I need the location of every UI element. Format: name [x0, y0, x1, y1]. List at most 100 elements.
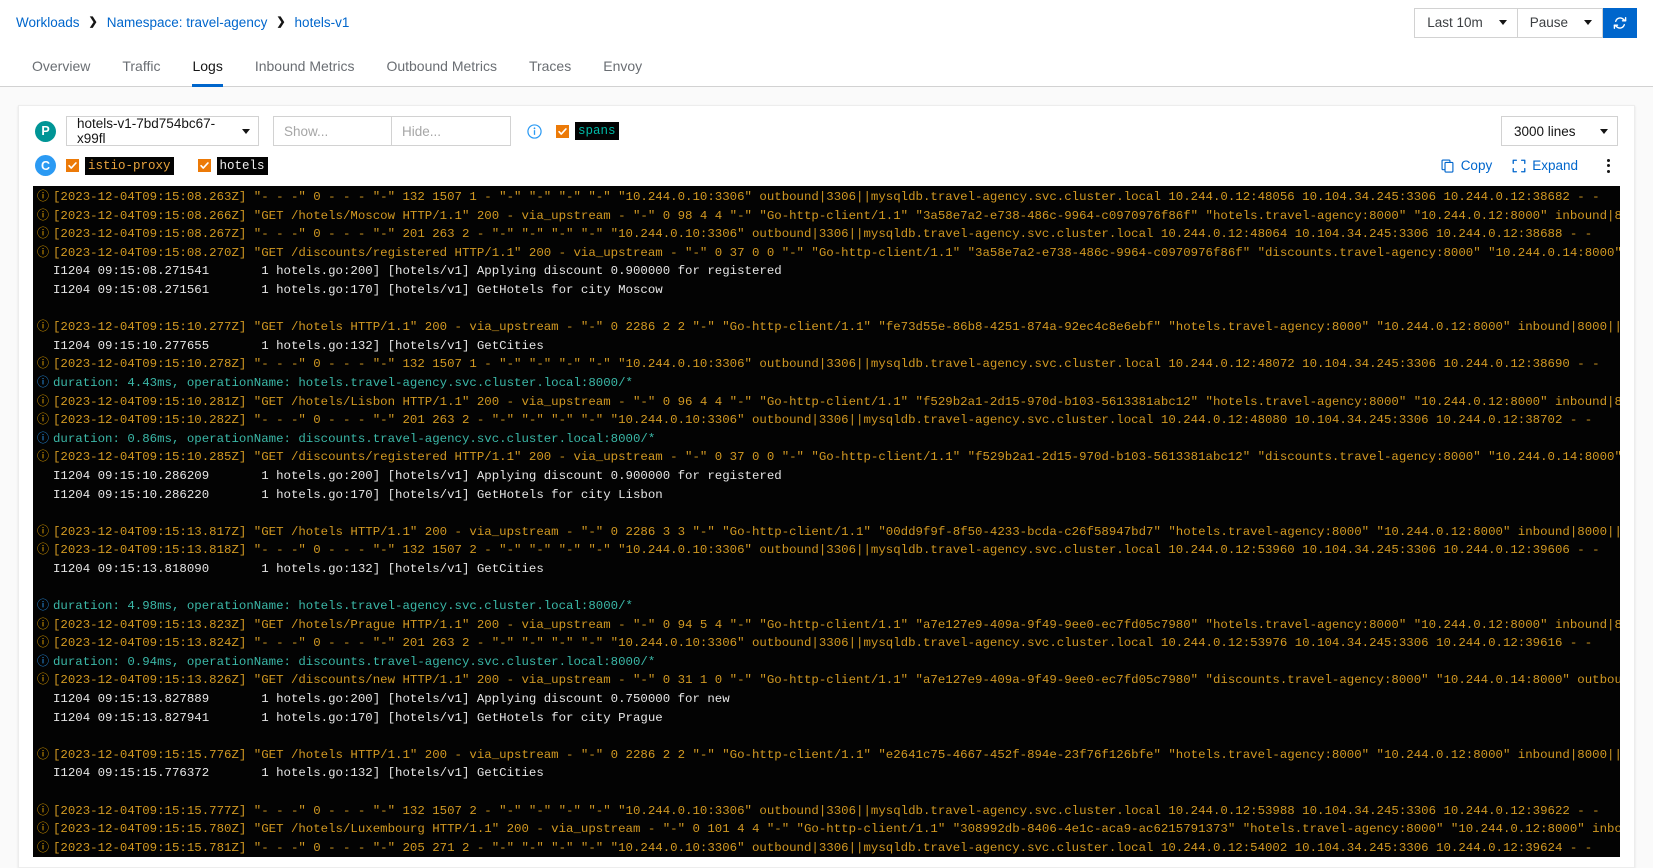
logs-toolbar: P hotels-v1-7bd754bc67-x99fl: [19, 106, 1634, 180]
refresh-interval-select[interactable]: Pause: [1518, 8, 1603, 38]
log-line-text: [2023-12-04T09:15:10.278Z] "- - -" 0 - -…: [53, 357, 1600, 371]
lines-select[interactable]: 3000 lines: [1501, 116, 1618, 146]
log-line-text: [2023-12-04T09:15:08.266Z] "GET /hotels/…: [53, 209, 1620, 223]
info-circle-icon: ⓘ: [33, 188, 53, 207]
log-line: I1204 09:15:13.827941 1 hotels.go:170] […: [33, 709, 1620, 728]
log-line-text: [2023-12-04T09:15:13.824Z] "- - -" 0 - -…: [53, 636, 1592, 650]
info-circle-icon: ⓘ: [33, 653, 53, 672]
log-console[interactable]: ⓘ[2023-12-04T09:15:08.263Z] "- - -" 0 - …: [33, 186, 1620, 857]
info-circle-icon: ⓘ: [33, 523, 53, 542]
log-line-text: [2023-12-04T09:15:08.263Z] "- - -" 0 - -…: [53, 190, 1600, 204]
show-filter-input[interactable]: [273, 116, 392, 146]
refresh-interval-value: Pause: [1530, 15, 1568, 30]
breadcrumb-item-workload[interactable]: hotels-v1: [295, 15, 350, 30]
refresh-icon: [1612, 15, 1628, 31]
log-line: I1204 09:15:08.271561 1 hotels.go:170] […: [33, 281, 1620, 300]
log-line: ⓘ[2023-12-04T09:15:08.263Z] "- - -" 0 - …: [33, 188, 1620, 207]
breadcrumb-item-namespace[interactable]: Namespace: travel-agency: [107, 15, 268, 30]
log-line-text: duration: 0.94ms, operationName: discoun…: [53, 655, 655, 669]
refresh-button[interactable]: [1603, 8, 1637, 38]
info-circle-icon: ⓘ: [33, 597, 53, 616]
log-line: ⓘ[2023-12-04T09:15:10.277Z] "GET /hotels…: [33, 318, 1620, 337]
breadcrumb-separator: ❯: [276, 17, 285, 28]
log-line-text: [2023-12-04T09:15:15.777Z] "- - -" 0 - -…: [53, 804, 1600, 818]
page-body: P hotels-v1-7bd754bc67-x99fl: [0, 87, 1653, 868]
tab-outbound-metrics[interactable]: Outbound Metrics: [370, 45, 513, 86]
log-line-text: I1204 09:15:15.776372 1 hotels.go:132] […: [53, 766, 544, 780]
pod-select[interactable]: hotels-v1-7bd754bc67-x99fl: [66, 116, 259, 146]
expand-label: Expand: [1532, 158, 1578, 173]
breadcrumb-separator: ❯: [89, 17, 98, 28]
log-line: I1204 09:15:10.277655 1 hotels.go:132] […: [33, 337, 1620, 356]
top-bar-controls: Last 10m Pause: [1414, 8, 1637, 38]
info-circle-icon: ⓘ: [33, 839, 53, 857]
log-line-text: [2023-12-04T09:15:10.281Z] "GET /hotels/…: [53, 395, 1620, 409]
log-line-text: I1204 09:15:10.277655 1 hotels.go:132] […: [53, 339, 544, 353]
istio-proxy-checkbox[interactable]: [66, 159, 79, 172]
breadcrumb-item-workloads[interactable]: Workloads: [16, 15, 80, 30]
container-badge: C: [35, 155, 56, 176]
log-console-container[interactable]: ⓘ[2023-12-04T09:15:08.263Z] "- - -" 0 - …: [33, 186, 1620, 857]
breadcrumb: Workloads ❯ Namespace: travel-agency ❯ h…: [16, 15, 349, 30]
log-line-text: duration: 4.43ms, operationName: hotels.…: [53, 376, 633, 390]
info-circle-icon: ⓘ: [33, 411, 53, 430]
hide-filter-input[interactable]: [392, 116, 511, 146]
log-line: ⓘ[2023-12-04T09:15:10.282Z] "- - -" 0 - …: [33, 411, 1620, 430]
tab-label: Inbound Metrics: [255, 58, 355, 74]
log-line-text: duration: 0.86ms, operationName: discoun…: [53, 432, 655, 446]
info-circle-icon: ⓘ: [33, 430, 53, 449]
log-line: ⓘduration: 0.86ms, operationName: discou…: [33, 430, 1620, 449]
info-circle-icon: ⓘ: [33, 616, 53, 635]
info-circle-icon[interactable]: [527, 124, 542, 139]
log-line: [33, 504, 1620, 523]
time-range-select[interactable]: Last 10m: [1414, 8, 1518, 38]
log-line: ⓘ[2023-12-04T09:15:13.817Z] "GET /hotels…: [33, 523, 1620, 542]
lines-select-value: 3000 lines: [1514, 124, 1576, 139]
tab-label: Overview: [32, 58, 90, 74]
log-line-text: I1204 09:15:10.286209 1 hotels.go:200] […: [53, 469, 782, 483]
spans-label: spans: [575, 122, 619, 140]
tab-traffic[interactable]: Traffic: [106, 45, 176, 86]
tab-label: Traces: [529, 58, 571, 74]
log-line: ⓘ[2023-12-04T09:15:13.826Z] "GET /discou…: [33, 671, 1620, 690]
log-line-text: I1204 09:15:10.286220 1 hotels.go:170] […: [53, 488, 663, 502]
info-circle-icon: ⓘ: [33, 244, 53, 263]
logs-toolbar-right-row1: 3000 lines: [1501, 116, 1618, 146]
container-filter-istio-proxy: istio-proxy: [66, 157, 174, 175]
tab-logs[interactable]: Logs: [176, 45, 238, 86]
tab-bar: Overview Traffic Logs Inbound Metrics Ou…: [0, 45, 1653, 87]
hotels-checkbox[interactable]: [198, 159, 211, 172]
log-line-text: duration: 4.98ms, operationName: hotels.…: [53, 599, 633, 613]
copy-button[interactable]: Copy: [1441, 158, 1493, 173]
info-circle-icon: ⓘ: [33, 448, 53, 467]
kebab-menu-icon[interactable]: [1598, 159, 1618, 173]
log-line-text: I1204 09:15:08.271541 1 hotels.go:200] […: [53, 264, 782, 278]
log-line: I1204 09:15:10.286220 1 hotels.go:170] […: [33, 486, 1620, 505]
log-line-text: [2023-12-04T09:15:13.817Z] "GET /hotels …: [53, 525, 1620, 539]
log-line-text: [2023-12-04T09:15:13.818Z] "- - -" 0 - -…: [53, 543, 1600, 557]
tab-inbound-metrics[interactable]: Inbound Metrics: [239, 45, 371, 86]
log-line-text: [2023-12-04T09:15:10.285Z] "GET /discoun…: [53, 450, 1620, 464]
log-line: ⓘ[2023-12-04T09:15:15.776Z] "GET /hotels…: [33, 746, 1620, 765]
tab-envoy[interactable]: Envoy: [587, 45, 658, 86]
tab-label: Traffic: [122, 58, 160, 74]
info-circle-icon: ⓘ: [33, 746, 53, 765]
expand-button[interactable]: Expand: [1512, 158, 1578, 173]
log-line: ⓘ[2023-12-04T09:15:13.824Z] "- - -" 0 - …: [33, 634, 1620, 653]
logs-toolbar-right-row2: Copy Expand: [1421, 158, 1618, 173]
log-line: ⓘduration: 4.98ms, operationName: hotels…: [33, 597, 1620, 616]
logs-toolbar-row-pod: P hotels-v1-7bd754bc67-x99fl: [35, 116, 1618, 146]
tab-overview[interactable]: Overview: [16, 45, 106, 86]
log-line: I1204 09:15:08.271541 1 hotels.go:200] […: [33, 262, 1620, 281]
top-bar: Workloads ❯ Namespace: travel-agency ❯ h…: [0, 0, 1653, 45]
spans-checkbox[interactable]: [556, 125, 569, 138]
istio-proxy-label: istio-proxy: [85, 157, 174, 175]
log-line: [33, 300, 1620, 319]
log-line: ⓘ[2023-12-04T09:15:08.270Z] "GET /discou…: [33, 244, 1620, 263]
log-line: ⓘ[2023-12-04T09:15:08.267Z] "- - -" 0 - …: [33, 225, 1620, 244]
log-line-text: I1204 09:15:08.271561 1 hotels.go:170] […: [53, 283, 663, 297]
log-line-text: [2023-12-04T09:15:15.781Z] "- - -" 0 - -…: [53, 841, 1592, 855]
tab-traces[interactable]: Traces: [513, 45, 587, 86]
info-circle-icon: ⓘ: [33, 207, 53, 226]
log-line: ⓘ[2023-12-04T09:15:08.266Z] "GET /hotels…: [33, 207, 1620, 226]
